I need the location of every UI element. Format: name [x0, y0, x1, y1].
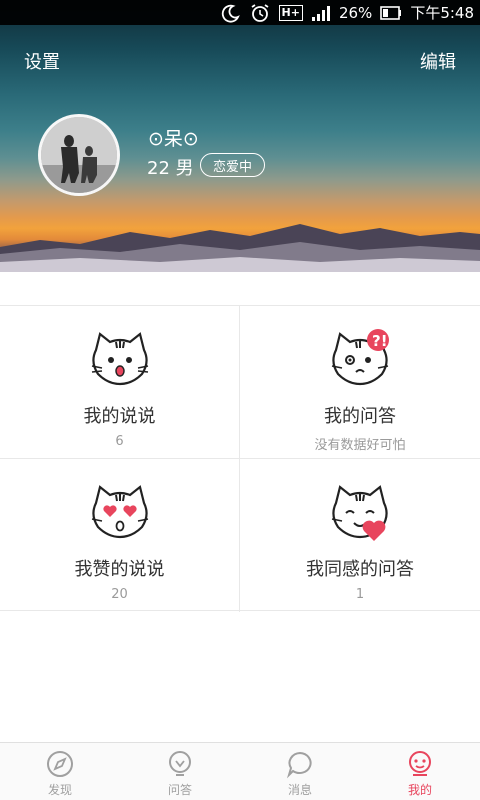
- tab-me[interactable]: 我的: [360, 743, 480, 800]
- tab-label: 发现: [47, 783, 72, 797]
- age-gender: 22 男: [147, 158, 194, 179]
- my-posts-cell[interactable]: 我的说说 6: [0, 306, 240, 459]
- compass-icon: [47, 751, 73, 777]
- tab-qa[interactable]: 问答: [120, 743, 240, 800]
- tab-label: 消息: [287, 783, 312, 797]
- chat-bubble-icon: [286, 751, 312, 779]
- cat-surprised-icon: [91, 332, 148, 386]
- battery-percent: 26%: [338, 3, 373, 22]
- cell-title: 我的问答: [324, 406, 396, 427]
- tab-label: 我的: [407, 783, 432, 797]
- avatar-photo: [41, 117, 117, 193]
- cell-count: 20: [111, 587, 128, 602]
- svg-text:?!: ?!: [372, 332, 388, 350]
- tab-discover[interactable]: 发现: [0, 743, 120, 800]
- alarm-icon: [249, 3, 271, 23]
- cat-heart-eyes-icon: [91, 485, 148, 539]
- cell-count: 6: [115, 434, 124, 449]
- cell-title: 我同感的问答: [306, 559, 414, 580]
- relationship-status-badge: 恋爱中: [200, 153, 266, 177]
- battery-icon: [380, 5, 402, 20]
- avatar[interactable]: [38, 114, 120, 196]
- status-bar: H+ 26% 下午5:48: [0, 0, 480, 25]
- nickname: ⊙呆⊙: [148, 128, 199, 150]
- tab-label: 问答: [167, 783, 192, 797]
- signal-icon: [311, 4, 331, 22]
- bottom-navigation: 发现 问答 消息 我的: [0, 742, 480, 800]
- clock-time: 下午5:48: [410, 4, 474, 22]
- profile-menu-grid: 我的说说 6 ?! 我的问答 没有数据好可怕 我赞的说说 20 我同感的问答 1: [0, 305, 480, 612]
- edit-button[interactable]: 编辑: [420, 48, 456, 74]
- liked-posts-cell[interactable]: 我赞的说说 20: [0, 459, 240, 612]
- cell-count: 1: [355, 587, 365, 602]
- mountain-landscape: [0, 224, 480, 272]
- cell-title: 我赞的说说: [74, 559, 165, 580]
- cell-empty-hint: 没有数据好可怕: [314, 438, 406, 453]
- empathized-qa-cell[interactable]: 我同感的问答 1: [240, 459, 480, 612]
- network-type: H+: [278, 4, 303, 21]
- cat-confused-icon: ?!: [331, 329, 389, 386]
- cell-title: 我的说说: [83, 406, 156, 427]
- tab-messages[interactable]: 消息: [240, 743, 360, 800]
- my-qa-cell[interactable]: ?! 我的问答 没有数据好可怕: [240, 306, 480, 459]
- lightbulb-icon: [169, 751, 191, 776]
- cat-love-icon: [331, 485, 388, 541]
- settings-button[interactable]: 设置: [24, 48, 60, 74]
- moon-icon: [221, 3, 241, 23]
- profile-face-icon: [409, 751, 431, 776]
